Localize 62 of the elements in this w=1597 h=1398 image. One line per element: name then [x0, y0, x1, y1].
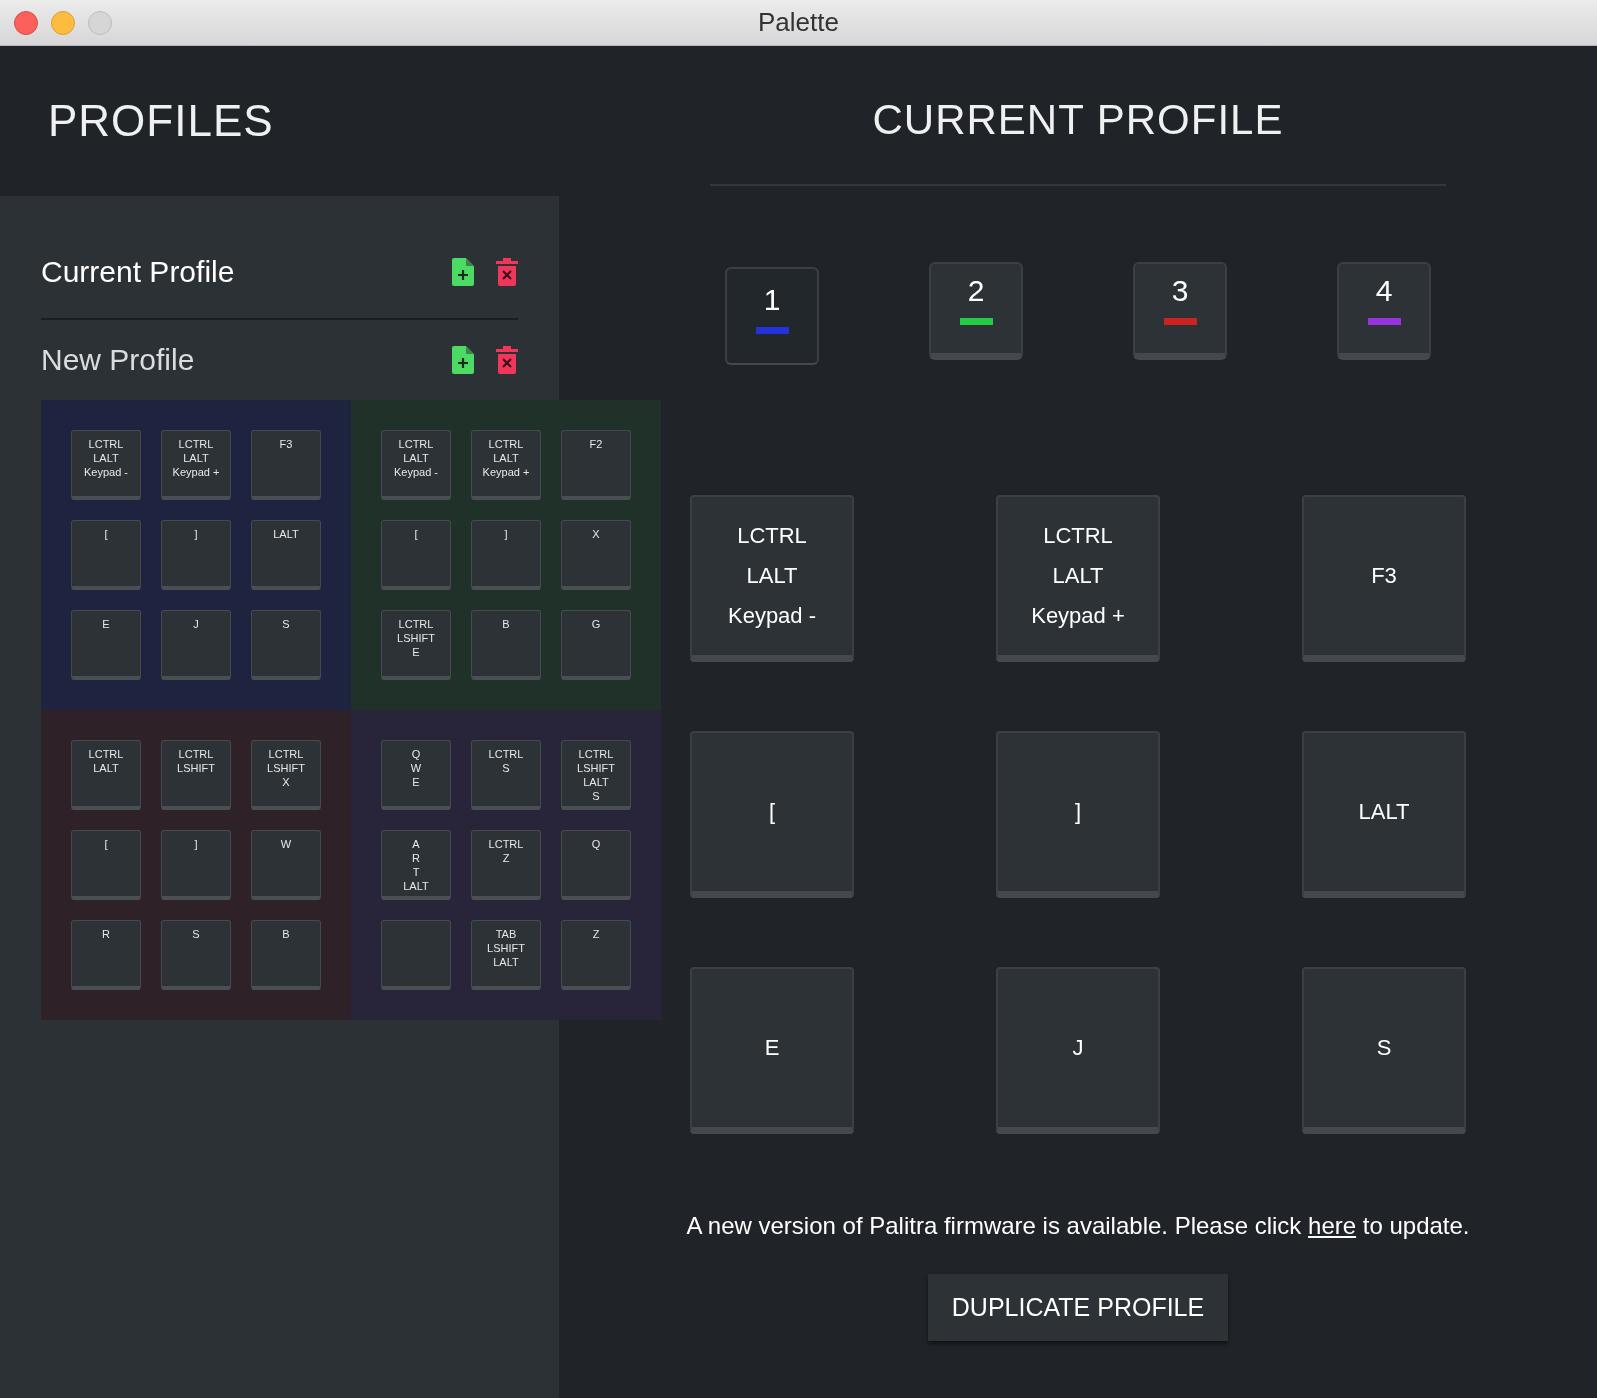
mini-key: F2 — [561, 430, 631, 500]
mini-key: LCTRL LALT — [71, 740, 141, 810]
window-title: Palette — [758, 7, 839, 38]
mini-key: X — [561, 520, 631, 590]
mini-key: S — [161, 920, 231, 990]
mini-key: J — [161, 610, 231, 680]
add-file-icon[interactable] — [452, 258, 474, 286]
layer-button[interactable]: 2 — [929, 262, 1023, 360]
sidebar-title: PROFILES — [48, 96, 274, 146]
update-link[interactable]: here — [1308, 1212, 1357, 1239]
key-button[interactable]: [ — [690, 731, 854, 898]
mini-key: LCTRL Z — [471, 830, 541, 900]
key-button[interactable]: LCTRL LALT Keypad + — [996, 495, 1160, 662]
mini-key: LCTRL LALT Keypad - — [381, 430, 451, 500]
key-button[interactable]: LCTRL LALT Keypad - — [690, 495, 854, 662]
mini-key: G — [561, 610, 631, 680]
mini-key: LCTRL S — [471, 740, 541, 810]
mini-key: R — [71, 920, 141, 990]
update-message: A new version of Palitra firmware is available. Please click here to update. — [686, 1212, 1470, 1240]
mini-key: B — [471, 610, 541, 680]
mini-key: LCTRL LSHIFT X — [251, 740, 321, 810]
layer-button[interactable]: 3 — [1133, 262, 1227, 360]
trash-icon[interactable] — [496, 346, 518, 374]
mini-key: ] — [161, 520, 231, 590]
trash-icon[interactable] — [496, 258, 518, 286]
mini-key: LCTRL LALT Keypad + — [161, 430, 231, 500]
mini-key: B — [251, 920, 321, 990]
duplicate-profile-button[interactable]: DUPLICATE PROFILE — [928, 1274, 1228, 1341]
mini-key: A R T LALT — [381, 830, 451, 900]
key-button[interactable]: ] — [996, 731, 1160, 898]
layer-button[interactable]: 1 — [725, 267, 819, 365]
profile-name[interactable]: Current Profile — [41, 255, 430, 289]
mini-key: LALT — [251, 520, 321, 590]
mini-key: [ — [71, 520, 141, 590]
mini-key: ] — [161, 830, 231, 900]
mini-key: Q W E — [381, 740, 451, 810]
mini-key: F3 — [251, 430, 321, 500]
layer-button[interactable]: 4 — [1337, 262, 1431, 360]
mini-key: TAB LSHIFT LALT — [471, 920, 541, 990]
mini-key: LCTRL LALT Keypad - — [71, 430, 141, 500]
mini-key: [ — [71, 830, 141, 900]
mini-key: [ — [381, 520, 451, 590]
mini-key: ] — [471, 520, 541, 590]
mini-key: Z — [561, 920, 631, 990]
add-file-icon[interactable] — [452, 346, 474, 374]
page-title: CURRENT PROFILE — [872, 96, 1284, 144]
blank-mini-key — [381, 920, 451, 990]
key-button[interactable]: J — [996, 967, 1160, 1134]
key-button[interactable]: S — [1302, 967, 1466, 1134]
profile-name[interactable]: New Profile — [41, 343, 430, 377]
mini-key: LCTRL LSHIFT E — [381, 610, 451, 680]
close-button[interactable] — [14, 10, 38, 35]
mini-key: Q — [561, 830, 631, 900]
mini-key: S — [251, 610, 321, 680]
key-button[interactable]: F3 — [1302, 495, 1466, 662]
mini-key: LCTRL LALT Keypad + — [471, 430, 541, 500]
mini-key: LCTRL LSHIFT LALT S — [561, 740, 631, 810]
mini-key: LCTRL LSHIFT — [161, 740, 231, 810]
mini-key: E — [71, 610, 141, 680]
key-button[interactable]: LALT — [1302, 731, 1466, 898]
key-button[interactable]: E — [690, 967, 854, 1134]
mini-key: W — [251, 830, 321, 900]
